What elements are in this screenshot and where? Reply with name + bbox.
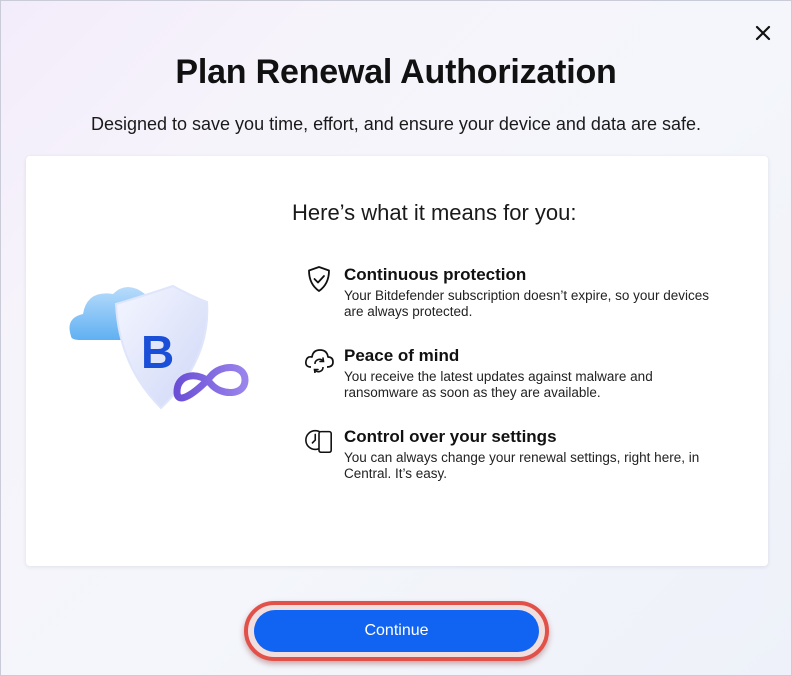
continue-highlight: Continue xyxy=(244,601,549,661)
feature-title: Control over your settings xyxy=(344,427,557,446)
feature-item: Control over your settings You can alway… xyxy=(304,426,744,507)
benefits-card: B Here’s what it means for you: Continuo… xyxy=(26,156,768,566)
cloud-sync-icon xyxy=(304,345,334,375)
continue-button[interactable]: Continue xyxy=(254,610,539,652)
feature-title: Peace of mind xyxy=(344,346,460,365)
close-button[interactable] xyxy=(749,19,777,47)
feature-description: You can always change your renewal setti… xyxy=(344,450,700,481)
renewal-dialog: Plan Renewal Authorization Designed to s… xyxy=(0,0,792,676)
feature-item: Continuous protection Your Bitdefender s… xyxy=(304,264,744,345)
close-icon xyxy=(755,25,771,41)
feature-list: Continuous protection Your Bitdefender s… xyxy=(304,264,744,507)
feature-item: Peace of mind You receive the latest upd… xyxy=(304,345,744,426)
feature-description: Your Bitdefender subscription doesn’t ex… xyxy=(344,288,709,319)
shield-check-icon xyxy=(304,264,334,294)
clock-device-icon xyxy=(304,426,334,456)
feature-description: You receive the latest updates against m… xyxy=(344,369,653,400)
protection-illustration: B xyxy=(61,276,261,416)
dialog-title: Plan Renewal Authorization xyxy=(175,53,617,91)
illustration-letter: B xyxy=(141,326,174,378)
card-heading: Here’s what it means for you: xyxy=(292,200,577,225)
feature-title: Continuous protection xyxy=(344,265,527,284)
dialog-subtitle: Designed to save you time, effort, and e… xyxy=(90,114,702,134)
